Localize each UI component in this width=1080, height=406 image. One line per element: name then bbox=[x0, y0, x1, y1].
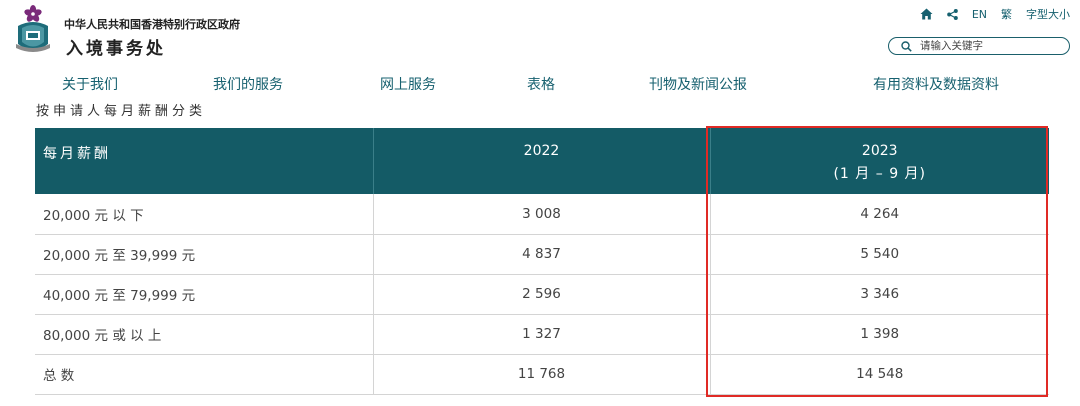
row-value-2023: 14 548 bbox=[710, 354, 1049, 395]
row-value-2023: 4 264 bbox=[710, 194, 1049, 235]
row-category: 40,000 元 至 79,999 元 bbox=[35, 274, 374, 315]
government-name: 中华人民共和国香港特别行政区政府 bbox=[64, 18, 240, 31]
language-tc-link[interactable]: 繁 bbox=[1001, 6, 1012, 22]
row-value-2023: 3 346 bbox=[710, 274, 1049, 315]
share-icon[interactable] bbox=[947, 8, 958, 20]
row-category: 20,000 元 至 39,999 元 bbox=[35, 234, 374, 275]
table-row: 20,000 元 至 39,999 元 4 837 5 540 bbox=[35, 234, 1049, 275]
salary-statistics-table: 每月薪酬 2022 2023 (1 月 – 9 月) 20,000 元 以 下 … bbox=[35, 128, 1049, 395]
row-category: 80,000 元 或 以 上 bbox=[35, 314, 374, 355]
row-value-2022: 2 596 bbox=[373, 274, 711, 315]
row-value-2022: 3 008 bbox=[373, 194, 711, 235]
table-row-total: 总 数 11 768 14 548 bbox=[35, 354, 1049, 395]
row-category: 总 数 bbox=[35, 354, 374, 395]
row-value-2023: 5 540 bbox=[710, 234, 1049, 275]
row-value-2023: 1 398 bbox=[710, 314, 1049, 355]
nav-publications-press[interactable]: 刊物及新闻公报 bbox=[649, 74, 747, 94]
table-row: 80,000 元 或 以 上 1 327 1 398 bbox=[35, 314, 1049, 355]
header-2022: 2022 bbox=[373, 128, 711, 194]
header-2023: 2023 (1 月 – 9 月) bbox=[710, 128, 1049, 194]
header-2023-period: (1 月 – 9 月) bbox=[833, 166, 927, 182]
nav-our-services[interactable]: 我们的服务 bbox=[213, 74, 283, 94]
department-name[interactable]: 入境事务处 bbox=[66, 34, 166, 59]
header-2023-year: 2023 bbox=[861, 143, 898, 159]
hksar-emblem-icon[interactable] bbox=[10, 4, 56, 58]
nav-about-us[interactable]: 关于我们 bbox=[62, 74, 118, 94]
utility-bar: EN 繁 字型大小 bbox=[920, 6, 1070, 22]
search-icon[interactable] bbox=[901, 37, 912, 56]
header-monthly-salary: 每月薪酬 bbox=[35, 128, 374, 194]
nav-useful-info-statistics[interactable]: 有用资料及数据资料 bbox=[873, 74, 999, 94]
table-row: 20,000 元 以 下 3 008 4 264 bbox=[35, 194, 1049, 235]
row-category: 20,000 元 以 下 bbox=[35, 194, 374, 235]
language-en-link[interactable]: EN bbox=[972, 8, 987, 21]
table-row: 40,000 元 至 79,999 元 2 596 3 346 bbox=[35, 274, 1049, 315]
table-header-row: 每月薪酬 2022 2023 (1 月 – 9 月) bbox=[35, 128, 1049, 194]
main-nav: 关于我们 我们的服务 网上服务 表格 刊物及新闻公报 有用资料及数据资料 bbox=[0, 74, 1080, 96]
row-value-2022: 11 768 bbox=[373, 354, 711, 395]
nav-online-services[interactable]: 网上服务 bbox=[380, 74, 436, 94]
search-input[interactable] bbox=[920, 40, 1050, 52]
row-value-2022: 1 327 bbox=[373, 314, 711, 355]
table-caption: 按申请人每月薪酬分类 bbox=[36, 104, 207, 119]
home-icon[interactable] bbox=[920, 8, 933, 20]
nav-forms[interactable]: 表格 bbox=[527, 74, 555, 94]
font-size-link[interactable]: 字型大小 bbox=[1026, 6, 1070, 22]
search-box[interactable] bbox=[888, 37, 1070, 55]
row-value-2022: 4 837 bbox=[373, 234, 711, 275]
